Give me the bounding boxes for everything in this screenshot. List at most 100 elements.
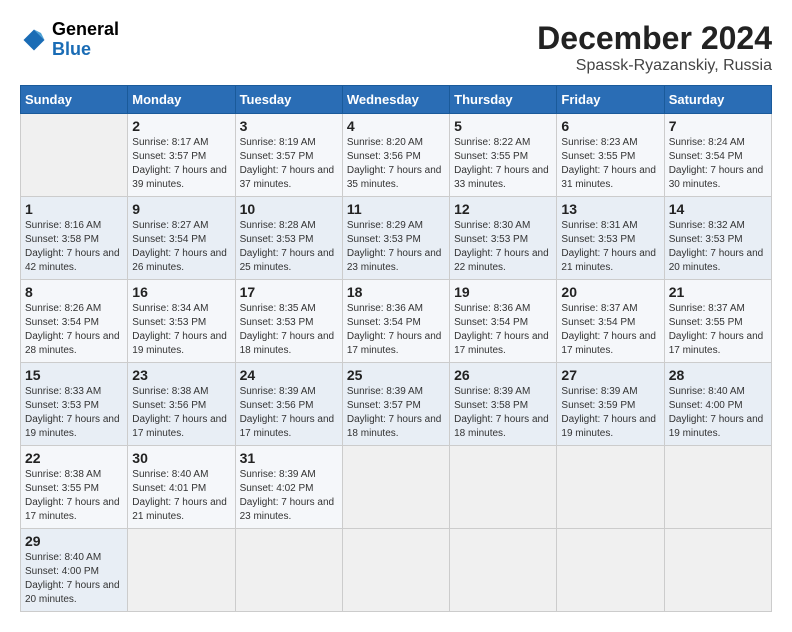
day-number: 29 [25, 533, 123, 549]
calendar-cell: 28 Sunrise: 8:40 AM Sunset: 4:00 PM Dayli… [664, 363, 771, 446]
day-number: 8 [25, 284, 123, 300]
day-info: Sunrise: 8:35 AM Sunset: 3:53 PM Dayligh… [240, 302, 338, 358]
calendar-cell: 29 Sunrise: 8:40 AM Sunset: 4:00 PM Dayli… [21, 529, 128, 612]
calendar-cell: 4Sunrise: 8:20 AM Sunset: 3:56 PM Daylig… [342, 114, 449, 197]
day-info: Sunrise: 8:40 AM Sunset: 4:00 PM Dayligh… [25, 551, 123, 607]
calendar-cell [342, 529, 449, 612]
calendar-week-row: 29 Sunrise: 8:40 AM Sunset: 4:00 PM Dayli… [21, 529, 772, 612]
day-number: 23 [132, 367, 230, 383]
calendar-cell: 12 Sunrise: 8:30 AM Sunset: 3:53 PM Dayli… [450, 197, 557, 280]
day-info: Sunrise: 8:31 AM Sunset: 3:53 PM Dayligh… [561, 219, 659, 275]
day-number: 4 [347, 118, 445, 134]
calendar-week-row: 2Sunrise: 8:17 AM Sunset: 3:57 PM Daylig… [21, 114, 772, 197]
page-header: General Blue December 2024 Spassk-Ryazan… [20, 20, 772, 75]
day-info: Sunrise: 8:23 AM Sunset: 3:55 PM Dayligh… [561, 136, 659, 192]
calendar-week-row: 15 Sunrise: 8:33 AM Sunset: 3:53 PM Dayli… [21, 363, 772, 446]
day-info: Sunrise: 8:24 AM Sunset: 3:54 PM Dayligh… [669, 136, 767, 192]
day-info: Sunrise: 8:33 AM Sunset: 3:53 PM Dayligh… [25, 385, 123, 441]
day-number: 7 [669, 118, 767, 134]
day-info: Sunrise: 8:39 AM Sunset: 3:59 PM Dayligh… [561, 385, 659, 441]
calendar-cell: 19Sunrise: 8:36 AM Sunset: 3:54 PM Dayli… [450, 280, 557, 363]
weekday-header-thursday: Thursday [450, 86, 557, 114]
day-info: Sunrise: 8:26 AM Sunset: 3:54 PM Dayligh… [25, 302, 123, 358]
calendar-cell [342, 446, 449, 529]
day-info: Sunrise: 8:29 AM Sunset: 3:53 PM Dayligh… [347, 219, 445, 275]
calendar-cell: 27 Sunrise: 8:39 AM Sunset: 3:59 PM Dayli… [557, 363, 664, 446]
month-title: December 2024 [537, 20, 772, 57]
day-number: 11 [347, 201, 445, 217]
day-info: Sunrise: 8:27 AM Sunset: 3:54 PM Dayligh… [132, 219, 230, 275]
calendar-header-row: SundayMondayTuesdayWednesdayThursdayFrid… [21, 86, 772, 114]
calendar-cell: 10 Sunrise: 8:28 AM Sunset: 3:53 PM Dayli… [235, 197, 342, 280]
weekday-header-tuesday: Tuesday [235, 86, 342, 114]
calendar-cell: 14 Sunrise: 8:32 AM Sunset: 3:53 PM Dayli… [664, 197, 771, 280]
day-number: 27 [561, 367, 659, 383]
day-number: 16 [132, 284, 230, 300]
calendar-cell: 20Sunrise: 8:37 AM Sunset: 3:54 PM Dayli… [557, 280, 664, 363]
calendar-cell [450, 529, 557, 612]
calendar-cell: 15 Sunrise: 8:33 AM Sunset: 3:53 PM Dayli… [21, 363, 128, 446]
day-number: 14 [669, 201, 767, 217]
day-info: Sunrise: 8:32 AM Sunset: 3:53 PM Dayligh… [669, 219, 767, 275]
day-info: Sunrise: 8:38 AM Sunset: 3:56 PM Dayligh… [132, 385, 230, 441]
day-info: Sunrise: 8:19 AM Sunset: 3:57 PM Dayligh… [240, 136, 338, 192]
day-number: 17 [240, 284, 338, 300]
calendar-cell: 13 Sunrise: 8:31 AM Sunset: 3:53 PM Dayli… [557, 197, 664, 280]
calendar-cell [557, 446, 664, 529]
logo-text: General Blue [52, 20, 119, 60]
calendar-cell [21, 114, 128, 197]
location-subtitle: Spassk-Ryazanskiy, Russia [537, 57, 772, 75]
calendar-cell [664, 446, 771, 529]
calendar-cell: 21 Sunrise: 8:37 AM Sunset: 3:55 PM Dayli… [664, 280, 771, 363]
day-number: 12 [454, 201, 552, 217]
calendar-cell: 3Sunrise: 8:19 AM Sunset: 3:57 PM Daylig… [235, 114, 342, 197]
day-number: 13 [561, 201, 659, 217]
calendar-cell: 25Sunrise: 8:39 AM Sunset: 3:57 PM Dayli… [342, 363, 449, 446]
day-info: Sunrise: 8:39 AM Sunset: 3:57 PM Dayligh… [347, 385, 445, 441]
day-info: Sunrise: 8:39 AM Sunset: 3:56 PM Dayligh… [240, 385, 338, 441]
day-info: Sunrise: 8:39 AM Sunset: 3:58 PM Dayligh… [454, 385, 552, 441]
calendar-cell: 30 Sunrise: 8:40 AM Sunset: 4:01 PM Dayli… [128, 446, 235, 529]
day-number: 15 [25, 367, 123, 383]
calendar-cell: 24Sunrise: 8:39 AM Sunset: 3:56 PM Dayli… [235, 363, 342, 446]
day-info: Sunrise: 8:40 AM Sunset: 4:00 PM Dayligh… [669, 385, 767, 441]
calendar-cell: 5Sunrise: 8:22 AM Sunset: 3:55 PM Daylig… [450, 114, 557, 197]
calendar-cell: 9Sunrise: 8:27 AM Sunset: 3:54 PM Daylig… [128, 197, 235, 280]
day-info: Sunrise: 8:17 AM Sunset: 3:57 PM Dayligh… [132, 136, 230, 192]
calendar-cell [235, 529, 342, 612]
calendar-cell [128, 529, 235, 612]
calendar-cell: 2Sunrise: 8:17 AM Sunset: 3:57 PM Daylig… [128, 114, 235, 197]
logo-icon [20, 26, 48, 54]
day-info: Sunrise: 8:30 AM Sunset: 3:53 PM Dayligh… [454, 219, 552, 275]
calendar-cell: 31Sunrise: 8:39 AM Sunset: 4:02 PM Dayli… [235, 446, 342, 529]
day-info: Sunrise: 8:40 AM Sunset: 4:01 PM Dayligh… [132, 468, 230, 524]
day-number: 21 [669, 284, 767, 300]
calendar-cell: 11 Sunrise: 8:29 AM Sunset: 3:53 PM Dayli… [342, 197, 449, 280]
day-info: Sunrise: 8:22 AM Sunset: 3:55 PM Dayligh… [454, 136, 552, 192]
calendar-week-row: 8 Sunrise: 8:26 AM Sunset: 3:54 PM Daylig… [21, 280, 772, 363]
day-number: 10 [240, 201, 338, 217]
calendar-cell: 1Sunrise: 8:16 AM Sunset: 3:58 PM Daylig… [21, 197, 128, 280]
weekday-header-wednesday: Wednesday [342, 86, 449, 114]
weekday-header-monday: Monday [128, 86, 235, 114]
day-info: Sunrise: 8:28 AM Sunset: 3:53 PM Dayligh… [240, 219, 338, 275]
calendar-cell: 17 Sunrise: 8:35 AM Sunset: 3:53 PM Dayli… [235, 280, 342, 363]
logo-blue: Blue [52, 40, 119, 60]
day-info: Sunrise: 8:37 AM Sunset: 3:55 PM Dayligh… [669, 302, 767, 358]
calendar-cell: 22Sunrise: 8:38 AM Sunset: 3:55 PM Dayli… [21, 446, 128, 529]
day-number: 30 [132, 450, 230, 466]
day-number: 28 [669, 367, 767, 383]
day-number: 6 [561, 118, 659, 134]
calendar-week-row: 22Sunrise: 8:38 AM Sunset: 3:55 PM Dayli… [21, 446, 772, 529]
calendar-cell: 6 Sunrise: 8:23 AM Sunset: 3:55 PM Daylig… [557, 114, 664, 197]
calendar-cell [557, 529, 664, 612]
calendar-cell [664, 529, 771, 612]
calendar-table: SundayMondayTuesdayWednesdayThursdayFrid… [20, 85, 772, 612]
day-number: 22 [25, 450, 123, 466]
calendar-cell: 23 Sunrise: 8:38 AM Sunset: 3:56 PM Dayli… [128, 363, 235, 446]
calendar-cell: 26Sunrise: 8:39 AM Sunset: 3:58 PM Dayli… [450, 363, 557, 446]
day-number: 1 [25, 201, 123, 217]
calendar-week-row: 1Sunrise: 8:16 AM Sunset: 3:58 PM Daylig… [21, 197, 772, 280]
calendar-cell: 18Sunrise: 8:36 AM Sunset: 3:54 PM Dayli… [342, 280, 449, 363]
day-info: Sunrise: 8:36 AM Sunset: 3:54 PM Dayligh… [347, 302, 445, 358]
